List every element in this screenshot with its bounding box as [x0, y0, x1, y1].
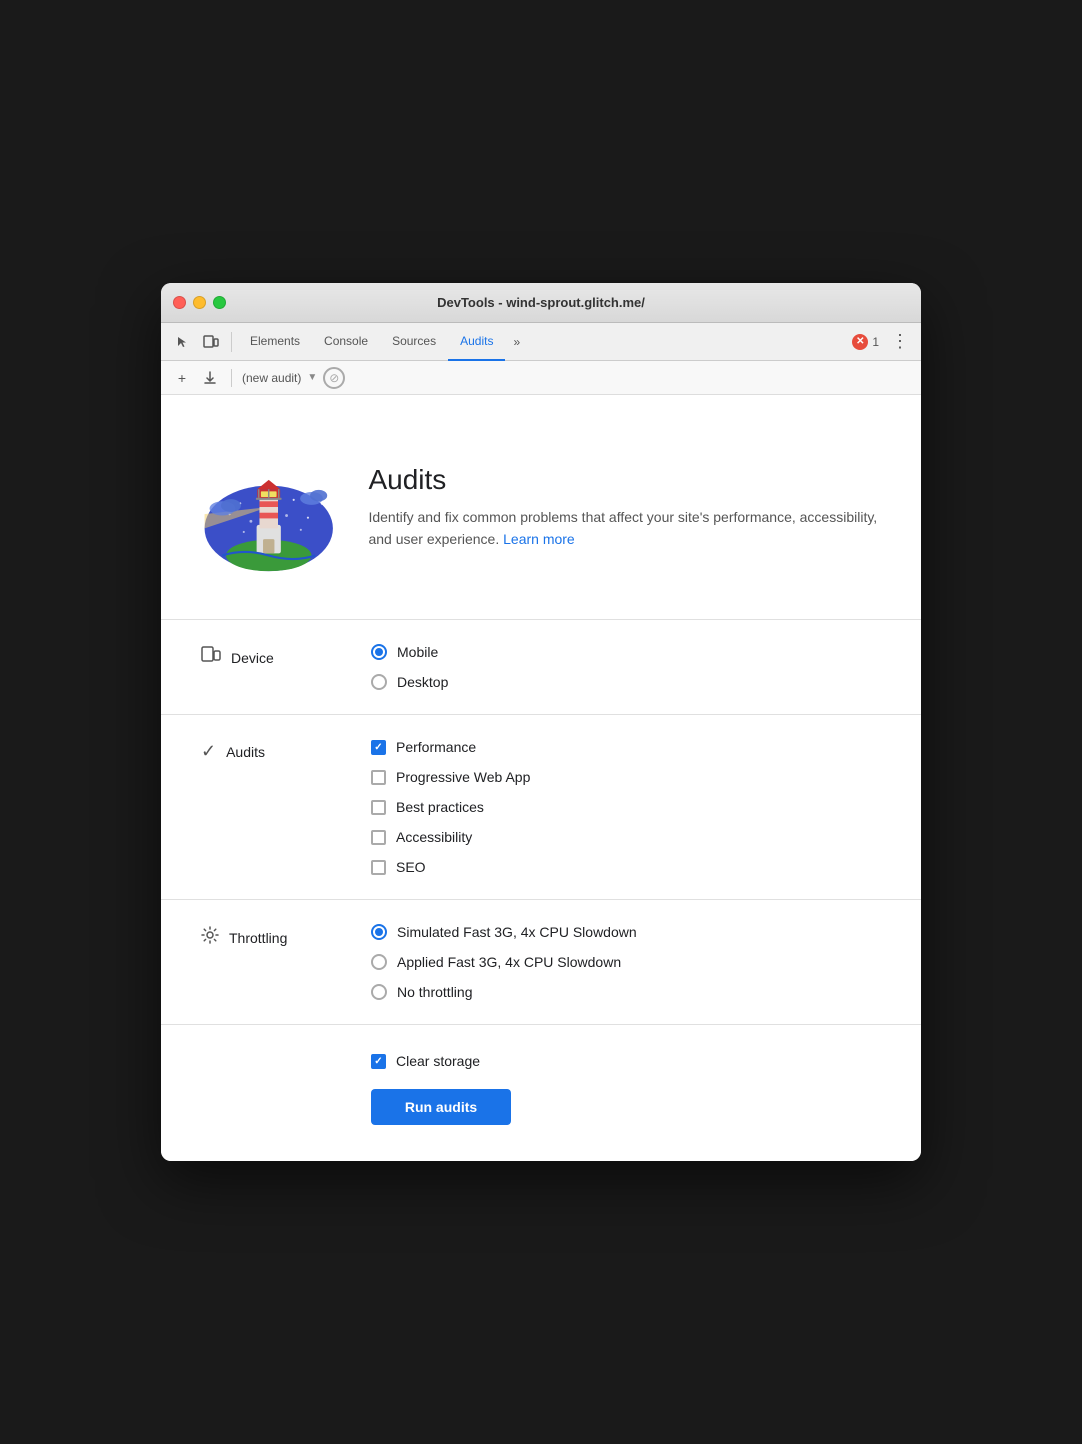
tab-separator: [231, 332, 232, 352]
device-label-text: Device: [231, 650, 274, 666]
caret-icon: ▼: [307, 372, 317, 383]
clear-storage-checkbox[interactable]: [371, 1054, 386, 1069]
throttle-simulated-radio[interactable]: [371, 924, 387, 940]
minimize-button[interactable]: [193, 296, 206, 309]
maximize-button[interactable]: [213, 296, 226, 309]
throttling-label: Throttling: [201, 924, 351, 949]
device-desktop-option[interactable]: Desktop: [371, 674, 448, 690]
audit-performance-option[interactable]: Performance: [371, 739, 530, 755]
throttle-none-radio[interactable]: [371, 984, 387, 1000]
hero-title: Audits: [368, 464, 881, 496]
device-mobile-label: Mobile: [397, 644, 438, 660]
checkmark-icon: ✓: [201, 741, 216, 762]
tab-elements[interactable]: Elements: [238, 323, 312, 361]
audit-seo-checkbox[interactable]: [371, 860, 386, 875]
throttling-options: Simulated Fast 3G, 4x CPU Slowdown Appli…: [371, 924, 637, 1000]
clear-storage-option[interactable]: Clear storage: [371, 1053, 881, 1069]
audit-pwa-checkbox[interactable]: [371, 770, 386, 785]
audit-bestpractices-option[interactable]: Best practices: [371, 799, 530, 815]
gear-icon: [201, 926, 219, 949]
throttling-section: Throttling Simulated Fast 3G, 4x CPU Slo…: [161, 900, 921, 1025]
device-desktop-radio[interactable]: [371, 674, 387, 690]
disable-button[interactable]: ⊘: [323, 367, 345, 389]
learn-more-link[interactable]: Learn more: [503, 531, 575, 547]
audits-section: ✓ Audits Performance Progressive Web App…: [161, 715, 921, 900]
throttle-none-label: No throttling: [397, 984, 472, 1000]
tab-audits[interactable]: Audits: [448, 323, 505, 361]
close-button[interactable]: [173, 296, 186, 309]
device-mobile-option[interactable]: Mobile: [371, 644, 448, 660]
hero-section: Audits Identify and fix common problems …: [161, 395, 921, 620]
audit-accessibility-label: Accessibility: [396, 829, 472, 845]
hero-description: Identify and fix common problems that af…: [368, 506, 881, 551]
new-audit-button[interactable]: +: [171, 367, 193, 389]
audit-accessibility-checkbox[interactable]: [371, 830, 386, 845]
audit-name-select[interactable]: (new audit) ▼: [242, 371, 317, 385]
devtools-content: Audits Identify and fix common problems …: [161, 395, 921, 1161]
audit-pwa-option[interactable]: Progressive Web App: [371, 769, 530, 785]
device-mobile-radio[interactable]: [371, 644, 387, 660]
run-audits-button[interactable]: Run audits: [371, 1089, 511, 1125]
audit-seo-label: SEO: [396, 859, 426, 875]
download-button[interactable]: [199, 367, 221, 389]
audit-seo-option[interactable]: SEO: [371, 859, 530, 875]
device-icon: [201, 646, 221, 669]
throttle-applied-option[interactable]: Applied Fast 3G, 4x CPU Slowdown: [371, 954, 637, 970]
audit-bestpractices-checkbox[interactable]: [371, 800, 386, 815]
traffic-lights: [173, 296, 226, 309]
devtools-menu-button[interactable]: ⋮: [887, 331, 913, 352]
throttle-none-option[interactable]: No throttling: [371, 984, 637, 1000]
lighthouse-illustration: [201, 427, 336, 587]
audits-label: ✓ Audits: [201, 739, 351, 762]
audit-name-label: (new audit): [242, 371, 301, 385]
error-icon: ✕: [852, 334, 868, 350]
toolbar-separator: [231, 369, 232, 387]
device-icon[interactable]: [197, 328, 225, 356]
cursor-icon[interactable]: [169, 328, 197, 356]
audit-accessibility-option[interactable]: Accessibility: [371, 829, 530, 845]
audit-performance-label: Performance: [396, 739, 476, 755]
device-options: Mobile Desktop: [371, 644, 448, 690]
audit-performance-checkbox[interactable]: [371, 740, 386, 755]
throttle-applied-radio[interactable]: [371, 954, 387, 970]
titlebar: DevTools - wind-sprout.glitch.me/: [161, 283, 921, 323]
throttle-applied-label: Applied Fast 3G, 4x CPU Slowdown: [397, 954, 621, 970]
window-title: DevTools - wind-sprout.glitch.me/: [437, 295, 645, 310]
more-tabs-button[interactable]: »: [505, 335, 528, 349]
audits-options: Performance Progressive Web App Best pra…: [371, 739, 530, 875]
tab-console[interactable]: Console: [312, 323, 380, 361]
throttle-simulated-label: Simulated Fast 3G, 4x CPU Slowdown: [397, 924, 637, 940]
tab-sources[interactable]: Sources: [380, 323, 448, 361]
error-count: 1: [872, 335, 879, 349]
throttle-simulated-option[interactable]: Simulated Fast 3G, 4x CPU Slowdown: [371, 924, 637, 940]
clear-storage-label: Clear storage: [396, 1053, 480, 1069]
hero-text: Audits Identify and fix common problems …: [368, 464, 881, 551]
device-label: Device: [201, 644, 351, 669]
audit-pwa-label: Progressive Web App: [396, 769, 530, 785]
bottom-section: Clear storage Run audits: [161, 1025, 921, 1161]
devtools-toolbar2: + (new audit) ▼ ⊘: [161, 361, 921, 395]
audits-label-text: Audits: [226, 744, 265, 760]
devtools-window: DevTools - wind-sprout.glitch.me/ Elemen…: [161, 283, 921, 1161]
throttling-label-text: Throttling: [229, 930, 287, 946]
audit-bestpractices-label: Best practices: [396, 799, 484, 815]
devtools-tabs-bar: Elements Console Sources Audits » ✕ 1 ⋮: [161, 323, 921, 361]
error-badge: ✕ 1: [852, 334, 879, 350]
device-section: Device Mobile Desktop: [161, 620, 921, 715]
device-desktop-label: Desktop: [397, 674, 448, 690]
